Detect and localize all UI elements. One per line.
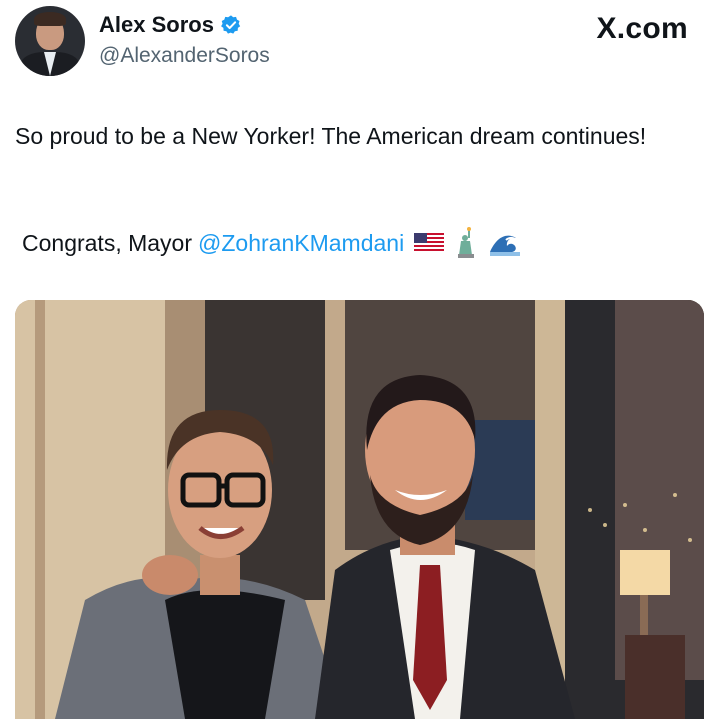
wave-icon bbox=[490, 235, 521, 256]
author-name-row[interactable]: Alex Soros bbox=[99, 12, 242, 38]
tweet-congrats-line: Congrats, Mayor @ZohranKMamdani bbox=[22, 226, 522, 260]
x-com-watermark: X.com bbox=[596, 12, 688, 45]
author-display-name[interactable]: Alex Soros bbox=[99, 12, 214, 38]
tweet-photo[interactable] bbox=[15, 300, 704, 719]
us-flag-icon bbox=[414, 233, 445, 253]
author-avatar[interactable] bbox=[15, 6, 85, 76]
verified-badge-icon bbox=[221, 15, 241, 34]
tweet-text: So proud to be a New Yorker! The America… bbox=[15, 123, 647, 149]
photo-illustration bbox=[15, 300, 704, 719]
author-handle[interactable]: @AlexanderSoros bbox=[99, 44, 270, 68]
mention-link[interactable]: @ZohranKMamdani bbox=[198, 226, 404, 260]
statue-of-liberty-icon bbox=[458, 227, 475, 258]
congrats-text: Congrats, Mayor bbox=[22, 230, 193, 256]
